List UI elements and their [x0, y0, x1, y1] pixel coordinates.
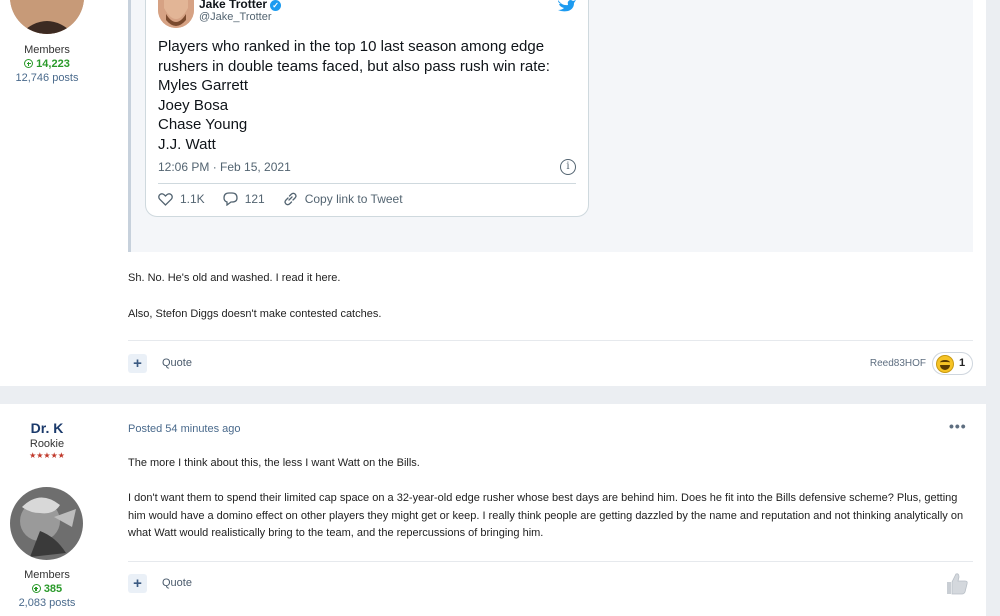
- laughing-face-icon: [936, 355, 954, 373]
- avatar-image: [10, 0, 84, 34]
- reply-icon: [223, 192, 238, 206]
- tweet-author-name-text: Jake Trotter: [199, 0, 268, 11]
- post-divider: [128, 340, 973, 341]
- reputation-badge: 14,223: [0, 58, 94, 70]
- author-info: Members 14,223 12,746 posts: [0, 44, 94, 84]
- thumbs-up-icon[interactable]: [944, 571, 969, 596]
- embedded-tweet[interactable]: Jake Trotter ✓ @Jake_Trotter Players who …: [145, 0, 589, 217]
- avatar-image: [158, 0, 194, 28]
- author-stats: Members 385 2,083 posts: [0, 569, 94, 609]
- multiquote-button[interactable]: +: [128, 574, 147, 593]
- info-icon[interactable]: i: [560, 159, 576, 175]
- tweet-text-line: Chase Young: [158, 116, 248, 133]
- post-paragraph: Sh. No. He's old and washed. I read it h…: [128, 272, 341, 284]
- multiquote-button[interactable]: +: [128, 354, 147, 373]
- like-count: 1.1K: [180, 192, 205, 206]
- tweet-text-line: Players who ranked in the top 10 last se…: [158, 38, 545, 55]
- tweet-text-line: J.J. Watt: [158, 135, 216, 153]
- post-paragraph: I don't want them to spend their limited…: [128, 492, 964, 539]
- reply-count: 121: [244, 192, 265, 206]
- tweet-author-name[interactable]: Jake Trotter ✓: [199, 0, 282, 11]
- forum-post: Dr. K Rookie ★★★★★ Members 385 2,083 pos…: [0, 404, 986, 616]
- tweet-reply-button[interactable]: 121: [223, 192, 265, 206]
- heart-icon: [158, 192, 173, 206]
- tweet-timestamp[interactable]: 12:06 PM · Feb 15, 2021: [158, 160, 291, 174]
- post-paragraph: Also, Stefon Diggs doesn't make conteste…: [128, 308, 382, 320]
- tweet-text-line: rushers in double teams faced, but also …: [158, 57, 550, 75]
- tweet-text-line: Joey Bosa: [158, 96, 229, 114]
- reputation-count: 385: [43, 583, 63, 595]
- reaction-user[interactable]: Reed83HOF: [870, 358, 926, 369]
- member-group: Members: [24, 569, 70, 581]
- avatar[interactable]: [10, 0, 84, 34]
- post-paragraph: The more I think about this, the less I …: [128, 457, 420, 469]
- reaction-count: 1: [959, 357, 966, 369]
- post-count[interactable]: 2,083 posts: [0, 597, 94, 609]
- post-divider: [128, 561, 973, 562]
- tweet-author-avatar[interactable]: [158, 0, 194, 28]
- quote-button[interactable]: Quote: [162, 577, 192, 589]
- copy-link-button[interactable]: Copy link to Tweet: [283, 192, 403, 206]
- tweet-text-line: Myles Garrett: [158, 77, 249, 94]
- avatar-image: [10, 487, 83, 560]
- avatar[interactable]: [10, 487, 83, 560]
- author-name[interactable]: Dr. K: [0, 420, 94, 436]
- copy-link-label: Copy link to Tweet: [304, 192, 403, 206]
- post-count[interactable]: 12,746 posts: [0, 72, 94, 84]
- post-options-button[interactable]: •••: [949, 418, 967, 434]
- rank-stars: ★★★★★: [29, 451, 65, 460]
- author-info: Dr. K Rookie ★★★★★: [0, 420, 94, 460]
- link-icon: [284, 192, 297, 206]
- tweet-divider: [158, 183, 576, 184]
- tweet-actions: 1.1K 121 Copy link to Tweet: [158, 192, 421, 206]
- plus-circle-icon: [24, 59, 34, 68]
- member-rank: Rookie: [29, 438, 65, 450]
- tweet-like-button[interactable]: 1.1K: [158, 192, 205, 206]
- plus-circle-icon: [31, 584, 41, 593]
- tweet-author-handle[interactable]: @Jake_Trotter: [199, 11, 272, 23]
- tweet-text: Players who ranked in the top 10 last se…: [158, 37, 578, 154]
- reputation-count: 14,223: [36, 58, 70, 70]
- reaction-badge[interactable]: 1: [932, 352, 973, 375]
- twitter-bird-icon[interactable]: [556, 0, 576, 12]
- forum-post: Members 14,223 12,746 posts Jake Trotter…: [0, 0, 986, 386]
- member-group: Members: [24, 44, 70, 56]
- reputation-badge: 385: [0, 583, 94, 595]
- post-timestamp[interactable]: Posted 54 minutes ago: [128, 423, 241, 435]
- verified-badge-icon: ✓: [270, 0, 282, 11]
- quote-button[interactable]: Quote: [162, 357, 192, 369]
